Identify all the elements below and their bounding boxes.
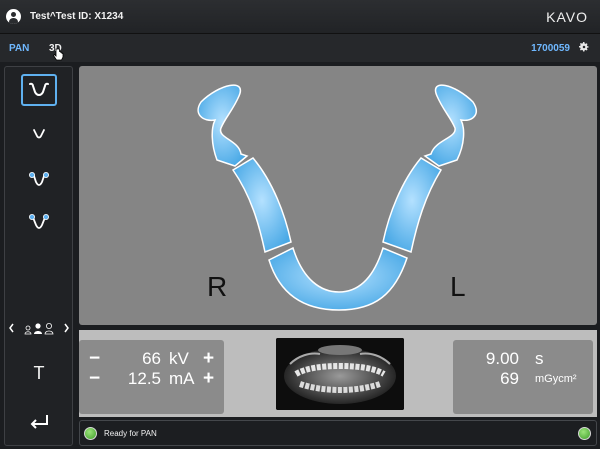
patient-info: Test^Test ID: X1234	[30, 11, 124, 22]
ma-decrease-button[interactable]: −	[89, 368, 100, 390]
back-button[interactable]	[21, 410, 57, 436]
kv-ma-panel: − 66 kV + − 12.5 mA +	[79, 340, 224, 414]
patient-size-icon	[9, 323, 69, 335]
program-full-arch-button[interactable]	[21, 74, 57, 106]
device-id: 1700059	[531, 43, 570, 54]
gear-icon[interactable]	[578, 41, 590, 53]
ready-indicator-right	[578, 427, 591, 440]
mode-bar: PAN 3D 1700059	[0, 34, 600, 62]
program-sidebar: T	[4, 66, 73, 446]
jaw-segment-left-body[interactable]	[382, 157, 443, 253]
small-arch-icon	[33, 129, 45, 139]
kv-unit: kV	[169, 349, 189, 368]
time-value: 9.00	[485, 349, 519, 368]
jaw-segment-right-body[interactable]	[231, 157, 292, 254]
tmj-open-icon	[29, 214, 49, 229]
jaw-segment-right-ramus[interactable]	[197, 84, 249, 167]
right-side-label: R	[207, 271, 228, 302]
status-bar: Ready for PAN	[79, 420, 597, 446]
jaw-view: R L	[79, 66, 597, 325]
status-text: Ready for PAN	[104, 429, 157, 438]
dose-unit: mGycm²	[535, 373, 577, 385]
kv-decrease-button[interactable]: −	[89, 348, 100, 370]
jaw-diagram	[197, 84, 477, 311]
text-button[interactable]: T	[21, 363, 57, 385]
ma-value: 12.5	[127, 369, 161, 388]
kv-value: 66	[142, 349, 161, 368]
time-dose-panel: 9.00 s 69 mGycm²	[453, 340, 593, 414]
program-small-arch-button[interactable]	[21, 118, 57, 150]
left-side-label: L	[450, 271, 466, 302]
jaw-segment-left-ramus[interactable]	[423, 84, 477, 167]
patient-size-selector[interactable]	[9, 319, 69, 337]
jaw-segment-anterior[interactable]	[268, 246, 408, 311]
return-icon	[30, 415, 48, 429]
ma-unit: mA	[169, 369, 195, 388]
ma-increase-button[interactable]: +	[203, 368, 214, 390]
program-tmj-closed-button[interactable]	[21, 164, 57, 196]
program-tmj-open-button[interactable]	[21, 206, 57, 238]
brand-logo: KAVO	[546, 9, 588, 25]
tab-pan[interactable]: PAN	[9, 43, 29, 54]
exposure-panel: − 66 kV + − 12.5 mA + 9.00 s 69 mGycm²	[79, 330, 597, 417]
ready-indicator-left	[84, 427, 97, 440]
top-bar: Test^Test ID: X1234 KAVO	[0, 0, 600, 34]
dose-value: 69	[500, 369, 519, 388]
time-unit: s	[535, 349, 544, 368]
panoramic-preview-image	[276, 338, 404, 410]
full-arch-icon	[29, 82, 49, 96]
kv-increase-button[interactable]: +	[203, 348, 214, 370]
hand-cursor-icon	[52, 48, 64, 61]
tmj-closed-icon	[29, 172, 49, 186]
user-icon[interactable]	[6, 9, 21, 24]
